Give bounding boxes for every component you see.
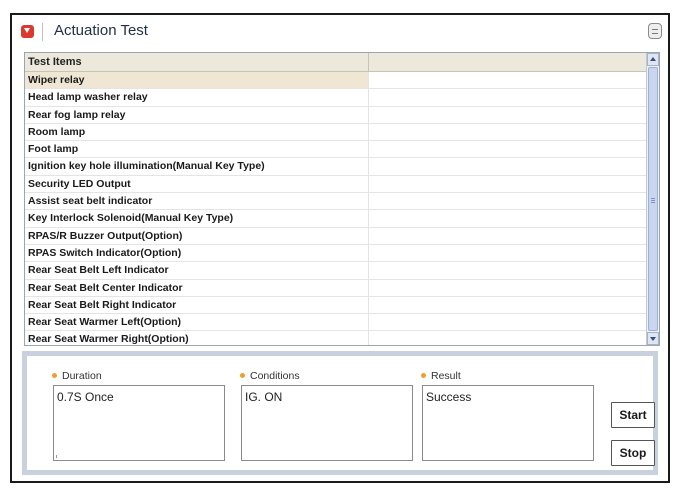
test-item-label: Rear Seat Warmer Left(Option): [25, 314, 369, 331]
table-row[interactable]: Rear Seat Warmer Left(Option): [25, 314, 647, 332]
test-item-label: RPAS/R Buzzer Output(Option): [25, 227, 369, 244]
result-label: Result: [420, 370, 461, 382]
vertical-scrollbar[interactable]: [646, 53, 659, 345]
test-item-label: Rear Seat Warmer Right(Option): [25, 331, 369, 345]
test-items-list: Wiper relay Head lamp washer relay Rear fo…: [25, 72, 647, 345]
result-field[interactable]: Success: [422, 385, 594, 461]
table-row[interactable]: Rear Seat Belt Left Indicator: [25, 262, 647, 280]
table-row[interactable]: Security LED Output: [25, 175, 647, 194]
scroll-down-icon[interactable]: [647, 332, 659, 345]
test-item-label: Wiper relay: [25, 72, 369, 89]
test-item-label: Rear Seat Belt Center Indicator: [25, 279, 369, 296]
window-title: Actuation Test: [54, 22, 148, 39]
table-row[interactable]: Key Interlock Solenoid(Manual Key Type): [25, 210, 647, 228]
test-item-label: Rear Seat Belt Left Indicator: [25, 262, 369, 279]
details-panel: Duration 0.7S Once Conditions IG. ON Res…: [22, 351, 658, 475]
column-header-test-items[interactable]: Test Items: [25, 53, 369, 71]
title-bar: Actuation Test: [12, 15, 668, 49]
test-item-label: Ignition key hole illumination(Manual Ke…: [25, 158, 369, 175]
table-row[interactable]: Room lamp: [25, 123, 647, 142]
grip-icon: [651, 198, 655, 199]
scroll-up-icon[interactable]: [647, 53, 659, 66]
duration-field[interactable]: 0.7S Once: [53, 385, 225, 461]
test-item-label: Rear Seat Belt Right Indicator: [25, 296, 369, 314]
table-row[interactable]: Rear Seat Belt Center Indicator: [25, 279, 647, 297]
start-button[interactable]: Start: [611, 402, 655, 428]
conditions-label: Conditions: [239, 370, 300, 382]
table-row[interactable]: RPAS/R Buzzer Output(Option): [25, 227, 647, 245]
table-row[interactable]: Ignition key hole illumination(Manual Ke…: [25, 158, 647, 176]
grid-header: Test Items: [25, 53, 647, 72]
scroll-thumb[interactable]: [648, 67, 658, 331]
test-item-label: Security LED Output: [25, 175, 369, 193]
title-divider: [42, 23, 43, 41]
test-item-label: Foot lamp: [25, 141, 369, 158]
table-row[interactable]: RPAS Switch Indicator(Option): [25, 244, 647, 263]
test-item-label: Room lamp: [25, 123, 369, 141]
table-row[interactable]: Wiper relay: [25, 72, 647, 90]
test-item-label: Rear fog lamp relay: [25, 106, 369, 123]
collapse-icon[interactable]: [21, 25, 34, 38]
table-row[interactable]: Rear fog lamp relay: [25, 106, 647, 124]
test-item-label: Key Interlock Solenoid(Manual Key Type): [25, 210, 369, 227]
menu-icon[interactable]: [648, 23, 662, 39]
table-row[interactable]: Rear Seat Belt Right Indicator: [25, 296, 647, 315]
test-item-label: Assist seat belt indicator: [25, 193, 369, 210]
test-items-grid: Test Items Wiper relay Head lamp washer r…: [24, 52, 660, 346]
table-row[interactable]: Foot lamp: [25, 141, 647, 159]
conditions-field[interactable]: IG. ON: [241, 385, 413, 461]
stop-button[interactable]: Stop: [611, 440, 655, 466]
table-row[interactable]: Head lamp washer relay: [25, 89, 647, 107]
test-item-label: RPAS Switch Indicator(Option): [25, 244, 369, 262]
duration-label: Duration: [51, 370, 102, 382]
table-row[interactable]: Rear Seat Warmer Right(Option): [25, 331, 647, 345]
test-item-label: Head lamp washer relay: [25, 89, 369, 106]
actuation-test-window: Actuation Test Test Items Wiper relay Hea…: [10, 13, 670, 483]
table-row[interactable]: Assist seat belt indicator: [25, 193, 647, 211]
